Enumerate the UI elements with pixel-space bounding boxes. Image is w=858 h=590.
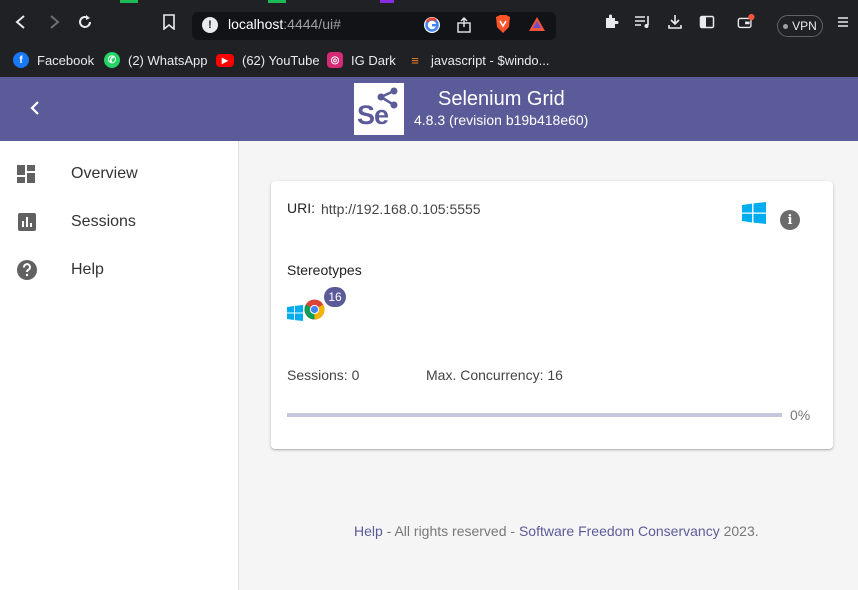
sidebar-item-label: Help <box>71 261 104 278</box>
back-nav-icon[interactable] <box>12 13 30 31</box>
windows-icon <box>742 202 766 224</box>
bookmark-stackoverflow[interactable]: ≡ javascript - $windo... <box>407 50 549 70</box>
wallet-icon[interactable] <box>737 13 755 31</box>
footer-year: 2023. <box>719 523 759 539</box>
stereotypes-label: Stereotypes <box>287 262 362 278</box>
app-header <box>0 77 858 141</box>
footer-text: - All rights reserved - <box>382 523 519 539</box>
sidebar-item-overview[interactable]: Overview <box>0 150 238 198</box>
bookmark-page-icon[interactable] <box>160 13 178 31</box>
bookmark-whatsapp[interactable]: ✆ (2) WhatsApp <box>104 50 207 70</box>
site-info-icon[interactable]: ! <box>202 17 218 33</box>
menu-icon[interactable] <box>834 13 852 31</box>
reload-icon[interactable] <box>76 13 94 31</box>
progress-percent: 0% <box>790 407 811 423</box>
app-version: 4.8.3 (revision b19b418e60) <box>414 112 589 128</box>
windows-icon <box>287 305 303 321</box>
load-progress-bar <box>287 413 782 417</box>
max-concurrency: Max. Concurrency: 16 <box>426 367 563 383</box>
brave-shields-icon[interactable] <box>494 15 512 33</box>
facebook-icon: f <box>13 52 29 68</box>
brave-rewards-icon[interactable] <box>528 15 546 33</box>
sidebar-item-sessions[interactable]: Sessions <box>0 198 238 246</box>
sidebar-item-help[interactable]: Help <box>0 246 238 294</box>
app-title: Selenium Grid <box>438 88 565 110</box>
google-icon[interactable] <box>424 17 440 33</box>
bookmark-ig-dark[interactable]: ◎ IG Dark <box>327 50 396 70</box>
uri-value: http://192.168.0.105:5555 <box>321 201 481 217</box>
slot-count-badge: 16 <box>324 287 346 307</box>
help-icon <box>17 260 37 280</box>
sidebar-item-label: Overview <box>71 165 138 182</box>
tab-strip-edge <box>0 0 858 3</box>
help-link[interactable]: Help <box>354 523 383 539</box>
vpn-button[interactable]: VPN <box>777 15 823 37</box>
info-icon[interactable]: i <box>780 210 800 230</box>
bookmark-youtube[interactable]: ▶ (62) YouTube <box>216 50 320 70</box>
dashboard-icon <box>17 164 37 184</box>
vpn-status-dot <box>783 23 789 29</box>
footer: Help - All rights reserved - Software Fr… <box>354 523 759 539</box>
sidebar-item-label: Sessions <box>71 213 136 230</box>
sfc-link[interactable]: Software Freedom Conservancy <box>519 523 720 539</box>
selenium-logo: Se <box>354 83 404 135</box>
stackoverflow-icon: ≡ <box>411 52 419 68</box>
assessment-icon <box>17 212 37 232</box>
chrome-icon <box>304 299 325 320</box>
sidebar-toggle-icon[interactable] <box>698 13 716 31</box>
url-text[interactable]: localhost:4444/ui# <box>228 16 341 32</box>
youtube-icon: ▶ <box>216 53 234 67</box>
media-queue-icon[interactable] <box>634 13 652 31</box>
downloads-icon[interactable] <box>666 13 684 31</box>
uri-label: URI: <box>287 200 315 216</box>
extensions-icon[interactable] <box>602 13 620 31</box>
forward-nav-icon[interactable] <box>45 13 63 31</box>
instagram-icon: ◎ <box>327 52 343 68</box>
share-icon[interactable] <box>455 16 473 34</box>
bookmark-facebook[interactable]: f Facebook <box>13 50 94 70</box>
whatsapp-icon: ✆ <box>104 52 120 68</box>
chevron-left-icon[interactable] <box>24 96 46 120</box>
sessions-count: Sessions: 0 <box>287 367 360 383</box>
